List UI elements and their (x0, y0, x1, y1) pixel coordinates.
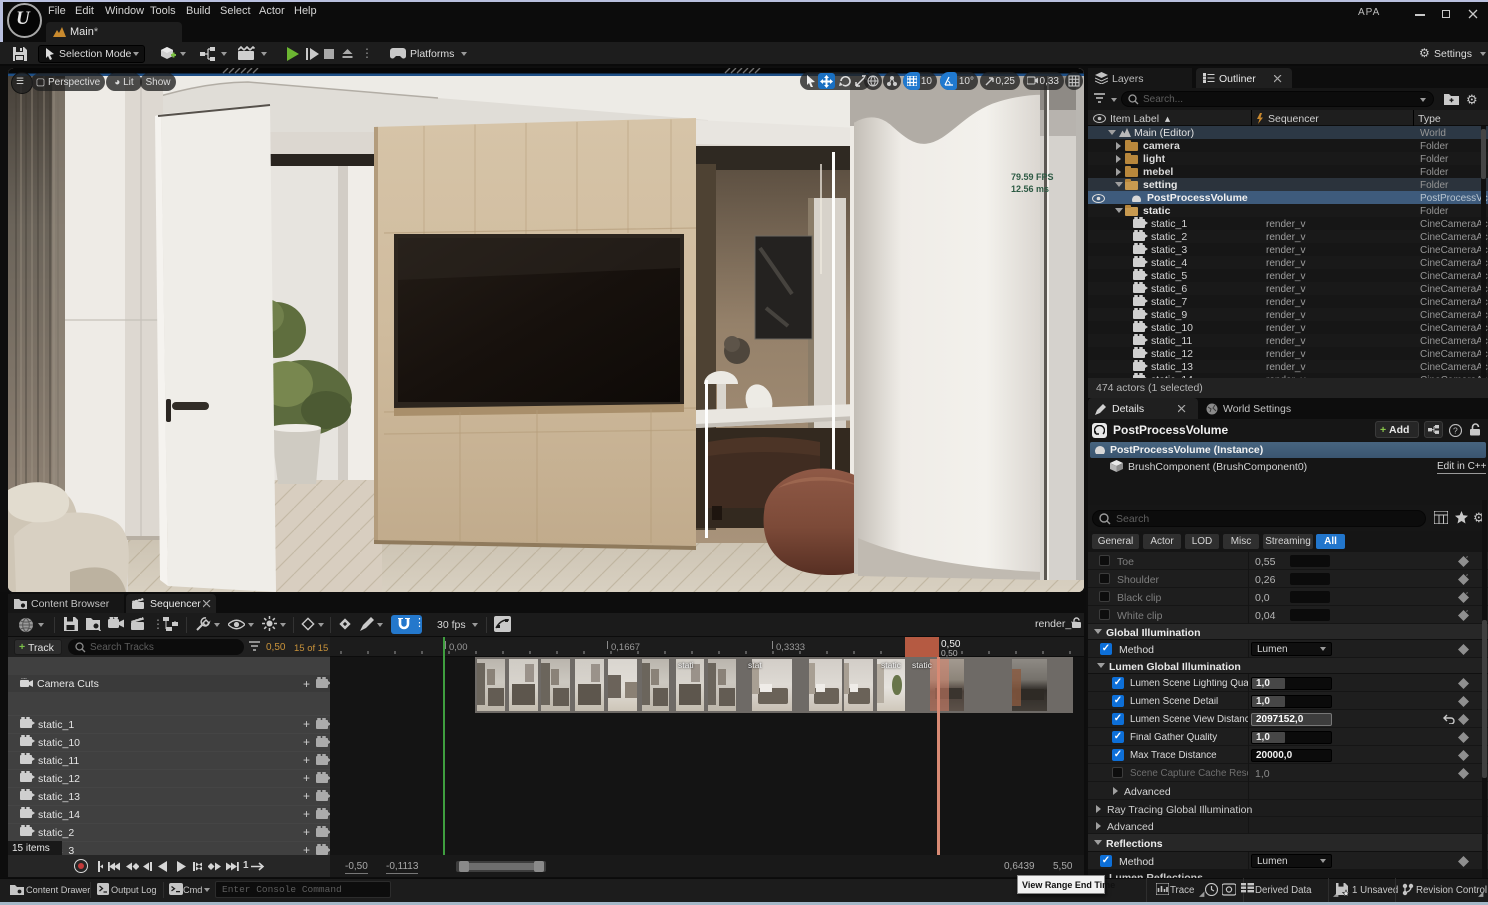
svg-text:CA: CA (21, 678, 27, 680)
svg-text:79.59 FPS: 79.59 FPS (1011, 172, 1054, 182)
svg-text:?: ? (1453, 426, 1458, 436)
svg-text:12.56 ms: 12.56 ms (1011, 184, 1049, 194)
